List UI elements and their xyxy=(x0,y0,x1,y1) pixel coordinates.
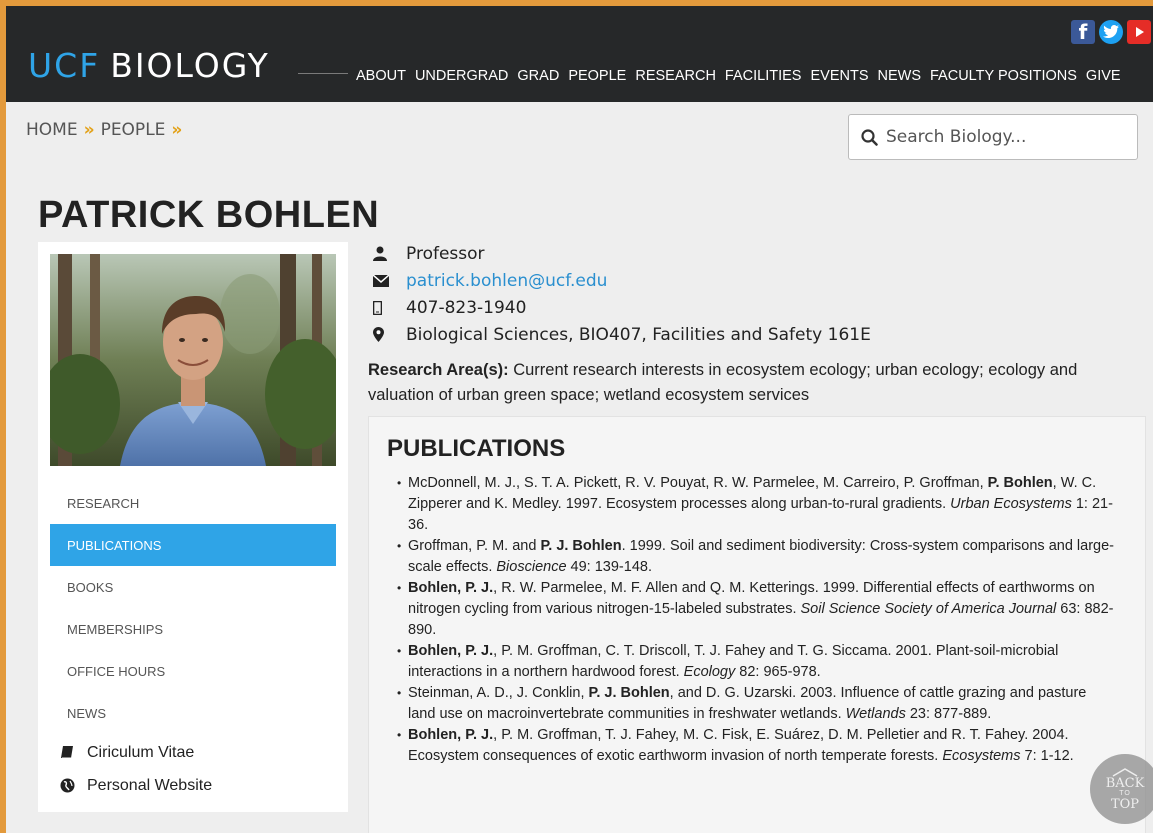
author-highlight: P. J. Bohlen xyxy=(540,538,622,554)
nav-news[interactable]: NEWS xyxy=(878,68,922,84)
journal-name: Bioscience xyxy=(496,559,567,575)
location-text: Biological Sciences, BIO407, Facilities … xyxy=(406,324,871,345)
logo-biology: BIOLOGY xyxy=(110,46,270,85)
author-highlight: P. J. Bohlen xyxy=(588,685,670,701)
breadcrumb-separator: » xyxy=(83,120,95,140)
profile-tabs: RESEARCH PUBLICATIONS BOOKS MEMBERSHIPS … xyxy=(50,482,336,734)
journal-name: Urban Ecosystems xyxy=(950,496,1072,512)
search-icon xyxy=(861,128,878,146)
phone-row: 407-823-1940 xyxy=(368,294,871,321)
site-header: UCF BIOLOGY ABOUT UNDERGRAD GRAD PEOPLE … xyxy=(6,6,1153,102)
citation-text: Groffman, P. M. and xyxy=(408,538,541,554)
citation-text: Steinman, A. D., J. Conklin, xyxy=(408,685,589,701)
logo-divider xyxy=(298,73,348,74)
breadcrumb-home[interactable]: HOME xyxy=(26,120,78,140)
journal-name: Ecology xyxy=(683,664,736,680)
envelope-icon xyxy=(368,274,406,287)
profile-links: Ciriculum Vitae Personal Website xyxy=(60,736,212,802)
research-area: Research Area(s): Current research inter… xyxy=(368,358,1108,408)
publication-item: Steinman, A. D., J. Conklin, P. J. Bohle… xyxy=(397,683,1117,725)
journal-name: Soil Science Society of America Journal xyxy=(800,601,1057,617)
back-to-top-line3: TOP xyxy=(1110,796,1140,812)
tab-memberships[interactable]: MEMBERSHIPS xyxy=(50,608,336,650)
citation-text: 23: 877-889. xyxy=(905,706,992,722)
tab-publications[interactable]: PUBLICATIONS xyxy=(50,524,336,566)
nav-research[interactable]: RESEARCH xyxy=(635,68,716,84)
publication-item: McDonnell, M. J., S. T. A. Pickett, R. V… xyxy=(397,473,1117,536)
location-row: Biological Sciences, BIO407, Facilities … xyxy=(368,321,871,348)
search-box[interactable] xyxy=(848,114,1138,160)
tab-news[interactable]: NEWS xyxy=(50,692,336,734)
journal-name: Wetlands xyxy=(845,706,906,722)
publication-item: Groffman, P. M. and P. J. Bohlen. 1999. … xyxy=(397,536,1117,578)
publication-item: Bohlen, P. J., R. W. Parmelee, M. F. All… xyxy=(397,578,1117,641)
journal-name: Ecosystems xyxy=(942,748,1021,764)
page-title: PATRICK BOHLEN xyxy=(38,194,380,236)
website-link[interactable]: Personal Website xyxy=(60,769,212,802)
publication-item: Bohlen, P. J., P. M. Groffman, C. T. Dri… xyxy=(397,641,1117,683)
citation-text: McDonnell, M. J., S. T. A. Pickett, R. V… xyxy=(408,475,988,491)
tab-research[interactable]: RESEARCH xyxy=(50,482,336,524)
publications-panel: PUBLICATIONS McDonnell, M. J., S. T. A. … xyxy=(368,416,1146,833)
nav-undergrad[interactable]: UNDERGRAD xyxy=(415,68,508,84)
nav-give[interactable]: GIVE xyxy=(1086,68,1121,84)
publication-item: Bohlen, P. J., P. M. Groffman, T. J. Fah… xyxy=(397,725,1117,767)
website-link-label: Personal Website xyxy=(87,776,213,794)
nav-faculty-positions[interactable]: FACULTY POSITIONS xyxy=(930,68,1077,84)
citation-text: 49: 139-148. xyxy=(566,559,652,575)
map-marker-icon xyxy=(368,327,406,342)
nav-people[interactable]: PEOPLE xyxy=(568,68,626,84)
breadcrumb: HOME » PEOPLE » xyxy=(26,120,182,140)
globe-icon xyxy=(60,778,75,793)
page-frame: UCF BIOLOGY ABOUT UNDERGRAD GRAD PEOPLE … xyxy=(0,0,1153,833)
back-to-top-line1: BACK xyxy=(1105,775,1145,791)
main-nav: ABOUT UNDERGRAD GRAD PEOPLE RESEARCH FAC… xyxy=(356,68,1130,84)
search-input[interactable] xyxy=(886,127,1126,147)
youtube-icon[interactable] xyxy=(1127,20,1151,44)
publications-list: McDonnell, M. J., S. T. A. Pickett, R. V… xyxy=(397,473,1117,767)
cv-link-label: Ciriculum Vitae xyxy=(87,743,195,761)
user-icon xyxy=(368,246,406,261)
email-row: patrick.bohlen@ucf.edu xyxy=(368,267,871,294)
phone-number: 407-823-1940 xyxy=(406,297,527,318)
contact-info: Professor patrick.bohlen@ucf.edu 407-823… xyxy=(368,240,871,348)
profile-title-row: Professor xyxy=(368,240,871,267)
research-label: Research Area(s): xyxy=(368,361,509,379)
tab-books[interactable]: BOOKS xyxy=(50,566,336,608)
author-highlight: P. Bohlen xyxy=(987,475,1053,491)
cv-link[interactable]: Ciriculum Vitae xyxy=(60,736,212,769)
author-highlight: Bohlen, P. J. xyxy=(408,580,494,596)
author-highlight: Bohlen, P. J. xyxy=(408,643,494,659)
social-links: f xyxy=(1071,20,1151,44)
citation-text: 7: 1-12. xyxy=(1020,748,1074,764)
logo-ucf: UCF xyxy=(28,46,101,85)
author-highlight: Bohlen, P. J. xyxy=(408,727,494,743)
nav-facilities[interactable]: FACILITIES xyxy=(725,68,802,84)
publications-title: PUBLICATIONS xyxy=(387,435,566,462)
profile-photo xyxy=(50,254,336,466)
nav-grad[interactable]: GRAD xyxy=(517,68,559,84)
nav-events[interactable]: EVENTS xyxy=(810,68,868,84)
tab-office-hours[interactable]: OFFICE HOURS xyxy=(50,650,336,692)
breadcrumb-people[interactable]: PEOPLE xyxy=(101,120,166,140)
site-logo[interactable]: UCF BIOLOGY xyxy=(28,46,270,85)
nav-about[interactable]: ABOUT xyxy=(356,68,406,84)
email-link[interactable]: patrick.bohlen@ucf.edu xyxy=(406,271,607,291)
phone-icon xyxy=(368,300,406,315)
citation-text: 82: 965-978. xyxy=(735,664,821,680)
breadcrumb-separator: » xyxy=(171,120,183,140)
twitter-icon[interactable] xyxy=(1099,20,1123,44)
book-icon xyxy=(61,746,73,759)
profile-title: Professor xyxy=(406,243,485,264)
facebook-icon[interactable]: f xyxy=(1071,20,1095,44)
back-to-top-button[interactable]: BACK TO TOP xyxy=(1090,754,1153,824)
profile-sidebar: RESEARCH PUBLICATIONS BOOKS MEMBERSHIPS … xyxy=(38,242,348,812)
